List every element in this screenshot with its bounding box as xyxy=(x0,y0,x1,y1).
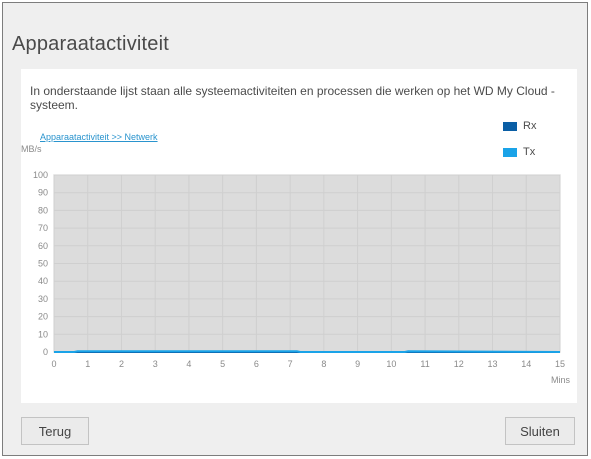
y-tick-label: 30 xyxy=(38,294,48,304)
device-activity-dialog: Apparaatactiviteit In onderstaande lijst… xyxy=(2,2,588,456)
y-tick-label: 70 xyxy=(38,223,48,233)
x-tick-label: 9 xyxy=(355,359,360,369)
x-tick-label: 12 xyxy=(454,359,464,369)
x-tick-label: 15 xyxy=(555,359,565,369)
x-tick-label: 14 xyxy=(521,359,531,369)
activity-panel: In onderstaande lijst staan alle systeem… xyxy=(21,69,577,403)
y-tick-label: 90 xyxy=(38,188,48,198)
dialog-title: Apparaatactiviteit xyxy=(12,33,170,55)
x-tick-label: 6 xyxy=(254,359,259,369)
y-tick-label: 80 xyxy=(38,205,48,215)
y-tick-label: 50 xyxy=(38,259,48,269)
back-button[interactable]: Terug xyxy=(21,417,89,445)
x-tick-label: 5 xyxy=(220,359,225,369)
x-tick-label: 8 xyxy=(321,359,326,369)
x-tick-label: 2 xyxy=(119,359,124,369)
x-tick-label: 10 xyxy=(386,359,396,369)
y-tick-label: 0 xyxy=(43,347,48,357)
y-tick-label: 60 xyxy=(38,241,48,251)
x-tick-label: 13 xyxy=(488,359,498,369)
x-tick-label: 4 xyxy=(186,359,191,369)
x-tick-label: 11 xyxy=(420,359,429,369)
x-tick-label: 0 xyxy=(51,359,56,369)
x-tick-label: 1 xyxy=(85,359,90,369)
x-tick-label: 7 xyxy=(288,359,293,369)
y-tick-label: 20 xyxy=(38,312,48,322)
series-line-tx xyxy=(54,350,561,353)
y-tick-label: 40 xyxy=(38,276,48,286)
close-button[interactable]: Sluiten xyxy=(505,417,575,445)
network-activity-chart: 10090807060504030201000 1 2 3 4 5 6 7 8 9 10 11 12 13… xyxy=(33,170,571,385)
y-tick-label: 100 xyxy=(33,170,48,180)
x-axis-label: Mins xyxy=(551,375,571,385)
x-tick-label: 3 xyxy=(153,359,158,369)
y-tick-label: 10 xyxy=(38,329,48,339)
